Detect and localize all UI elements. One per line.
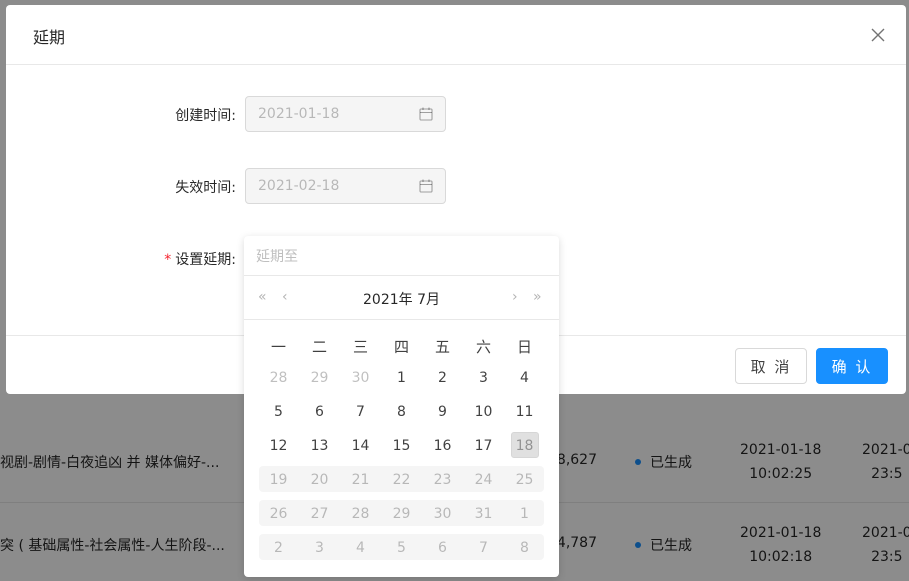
calendar-day[interactable]: 8 xyxy=(504,536,545,560)
calendar-week: 12 13 14 15 16 17 18 xyxy=(258,432,545,458)
next-month-icon[interactable]: › xyxy=(512,288,518,306)
calendar-day[interactable]: 29 xyxy=(299,366,340,390)
calendar-day[interactable]: 16 xyxy=(422,434,463,458)
calendar-week: 26 27 28 29 30 31 1 xyxy=(259,500,544,526)
picker-header: « ‹ 2021年 7月 › » xyxy=(244,276,559,320)
expire-time-label: 失效时间: xyxy=(175,180,236,196)
extend-label: * 设置延期: xyxy=(164,252,236,268)
calendar-day[interactable]: 11 xyxy=(504,400,545,424)
calendar-day[interactable]: 13 xyxy=(299,434,340,458)
modal-title: 延期 xyxy=(33,28,66,47)
weekday-label: 一 xyxy=(270,338,286,356)
calendar-week: 5 6 7 8 9 10 11 xyxy=(258,398,545,424)
calendar-icon xyxy=(419,107,433,121)
calendar-day[interactable]: 9 xyxy=(422,400,463,424)
created-time-input: 2021-01-18 xyxy=(245,96,446,132)
weekday-label: 日 xyxy=(516,338,532,356)
calendar-day-today[interactable]: 18 xyxy=(504,432,545,458)
next-year-icon[interactable]: » xyxy=(533,288,542,306)
date-picker-dropdown: 延期至 « ‹ 2021年 7月 › » 一 二 三 四 五 六 日 28 29… xyxy=(244,236,559,577)
calendar-day[interactable]: 31 xyxy=(463,502,504,526)
close-icon xyxy=(871,28,885,42)
weekday-label: 五 xyxy=(434,338,450,356)
calendar-week: 19 20 21 22 23 24 25 xyxy=(259,466,544,492)
calendar-day[interactable]: 26 xyxy=(258,502,299,526)
calendar-day[interactable]: 25 xyxy=(504,468,545,492)
calendar-day[interactable]: 7 xyxy=(463,536,504,560)
calendar-day[interactable]: 20 xyxy=(299,468,340,492)
calendar-day[interactable]: 17 xyxy=(463,434,504,458)
calendar-day[interactable]: 5 xyxy=(258,400,299,424)
required-mark: * xyxy=(164,252,172,268)
calendar-day[interactable]: 4 xyxy=(340,536,381,560)
confirm-button[interactable]: 确 认 xyxy=(816,348,888,384)
extend-date-input[interactable]: 延期至 xyxy=(244,236,559,276)
calendar-day[interactable]: 1 xyxy=(381,366,422,390)
calendar-icon xyxy=(419,179,433,193)
close-button[interactable] xyxy=(864,21,892,49)
calendar-week: 2 3 4 5 6 7 8 xyxy=(259,534,544,560)
cancel-button[interactable]: 取 消 xyxy=(735,348,807,384)
created-time-label: 创建时间: xyxy=(175,108,236,124)
calendar-day[interactable]: 7 xyxy=(340,400,381,424)
calendar-day[interactable]: 22 xyxy=(381,468,422,492)
calendar-day[interactable]: 21 xyxy=(340,468,381,492)
weekday-label: 四 xyxy=(393,338,409,356)
calendar-day[interactable]: 10 xyxy=(463,400,504,424)
calendar-day[interactable]: 12 xyxy=(258,434,299,458)
calendar-day[interactable]: 30 xyxy=(422,502,463,526)
calendar-day[interactable]: 6 xyxy=(299,400,340,424)
calendar-day[interactable]: 27 xyxy=(299,502,340,526)
weekday-label: 六 xyxy=(475,338,491,356)
expire-time-input: 2021-02-18 xyxy=(245,168,446,204)
modal-header: 延期 xyxy=(6,5,906,65)
calendar-day[interactable]: 14 xyxy=(340,434,381,458)
calendar-week: 28 29 30 1 2 3 4 xyxy=(258,364,545,390)
calendar-day[interactable]: 29 xyxy=(381,502,422,526)
calendar-day[interactable]: 24 xyxy=(463,468,504,492)
calendar-day[interactable]: 5 xyxy=(381,536,422,560)
calendar-day[interactable]: 19 xyxy=(258,468,299,492)
calendar-day[interactable]: 15 xyxy=(381,434,422,458)
calendar-day[interactable]: 4 xyxy=(504,366,545,390)
calendar-day[interactable]: 8 xyxy=(381,400,422,424)
calendar-day[interactable]: 30 xyxy=(340,366,381,390)
calendar-day[interactable]: 1 xyxy=(504,502,545,526)
calendar-day[interactable]: 23 xyxy=(422,468,463,492)
calendar-day[interactable]: 28 xyxy=(340,502,381,526)
calendar-day[interactable]: 2 xyxy=(258,536,299,560)
weekday-label: 三 xyxy=(352,338,368,356)
weekday-header: 一 二 三 四 五 六 日 xyxy=(258,336,545,358)
calendar-day[interactable]: 28 xyxy=(258,366,299,390)
calendar-day[interactable]: 6 xyxy=(422,536,463,560)
weekday-label: 二 xyxy=(311,338,327,356)
calendar-day[interactable]: 2 xyxy=(422,366,463,390)
calendar-day[interactable]: 3 xyxy=(299,536,340,560)
calendar-day[interactable]: 3 xyxy=(463,366,504,390)
